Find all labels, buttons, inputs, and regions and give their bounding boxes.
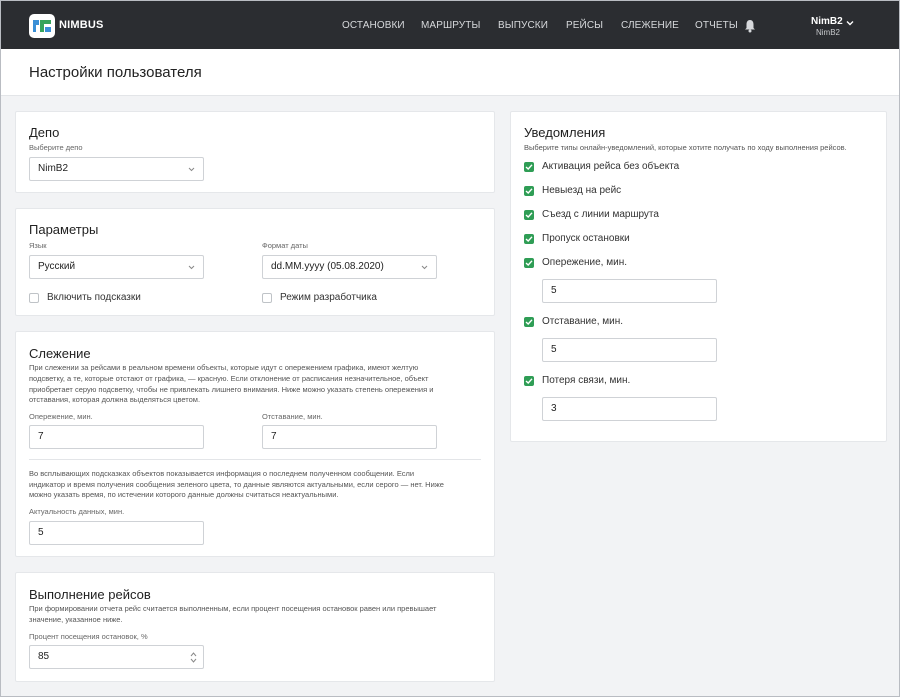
language-label: Язык [29,241,47,250]
behind-notification-input[interactable]: 5 [542,338,717,362]
nav-item-routes[interactable]: МАРШРУТЫ [421,20,480,31]
behind-label: Отставание, мин. [262,412,323,421]
chevron-down-icon [421,265,428,270]
route-deviation-checkbox[interactable] [524,210,534,220]
ahead-label: Опережение, мин. [29,412,93,421]
check-icon [525,212,533,218]
no-departure-label[interactable]: Невыезд на рейс [542,185,621,196]
relevance-description-line-2: индикатор и время получения сообщения зе… [29,480,444,489]
percent-stepper-value: 85 [38,651,50,662]
nav-item-reports[interactable]: ОТЧЕТЫ [695,20,738,31]
check-icon [525,378,533,384]
user-subtitle: NimB2 [816,28,841,37]
behind-notification-label[interactable]: Отставание, мин. [542,316,623,327]
params-card: Параметры Язык Русский Формат даты dd.MM… [15,208,495,316]
activation-without-object-label[interactable]: Активация рейса без объекта [542,161,679,172]
hints-checkbox[interactable] [29,293,39,303]
relevance-input-value: 5 [38,527,44,538]
ahead-notification-input[interactable]: 5 [542,279,717,303]
behind-notification-value: 5 [551,344,557,355]
completion-card: Выполнение рейсов При формировании отчет… [15,572,495,682]
language-select-value: Русский [38,261,76,272]
activation-without-object-checkbox[interactable] [524,162,534,172]
missed-stop-label[interactable]: Пропуск остановки [542,233,630,244]
completion-description-line-1: При формировании отчета рейс считается в… [29,604,437,613]
developer-mode-checkbox[interactable] [262,293,272,303]
percent-stepper[interactable]: 85 [29,645,204,669]
developer-mode-label[interactable]: Режим разработчика [280,292,377,303]
page-header: Настройки пользователя [1,49,899,96]
check-icon [525,164,533,170]
notifications-card: Уведомления Выберите типы онлайн-уведомл… [510,111,887,442]
page-title: Настройки пользователя [29,64,202,81]
date-format-select[interactable]: dd.MM.yyyy (05.08.2020) [262,255,437,279]
route-deviation-label[interactable]: Съезд с линии маршрута [542,209,659,220]
behind-input[interactable]: 7 [262,425,437,449]
check-icon [525,260,533,266]
check-icon [525,236,533,242]
divider [29,459,481,460]
tracking-description-line-2: подсветку, а те, которые отстают от граф… [29,374,429,383]
nimbus-logo-icon[interactable] [29,14,55,38]
missed-stop-checkbox[interactable] [524,234,534,244]
tracking-card: Слежение При слежении за рейсами в реаль… [15,331,495,557]
percent-label: Процент посещения остановок, % [29,632,148,641]
connection-loss-input[interactable]: 3 [542,397,717,421]
depot-label: Выберите депо [29,143,83,152]
date-format-select-value: dd.MM.yyyy (05.08.2020) [271,261,384,272]
bell-icon[interactable] [744,19,756,33]
check-icon [525,188,533,194]
ahead-input-value: 7 [38,431,44,442]
relevance-label: Актуальность данных, мин. [29,507,125,516]
connection-loss-label[interactable]: Потеря связи, мин. [542,375,630,386]
nav-item-tracking[interactable]: СЛЕЖЕНИЕ [621,20,679,31]
chevron-down-icon [188,167,195,172]
ahead-input[interactable]: 7 [29,425,204,449]
notifications-title: Уведомления [524,125,606,140]
relevance-description-line-3: можно указать время, по истечении которо… [29,490,339,499]
depot-title: Депо [29,125,60,140]
behind-notification-checkbox[interactable] [524,317,534,327]
params-title: Параметры [29,222,99,237]
connection-loss-value: 3 [551,403,557,414]
date-format-label: Формат даты [262,241,308,250]
spinner-arrows-icon[interactable] [190,651,197,664]
tracking-description-line-1: При слежении за рейсами в реальном време… [29,363,419,372]
language-select[interactable]: Русский [29,255,204,279]
completion-description-line-2: значение, указанное ниже. [29,615,123,624]
connection-loss-checkbox[interactable] [524,376,534,386]
brand-name[interactable]: NIMBUS [59,19,104,31]
behind-input-value: 7 [271,431,277,442]
depot-card: Депо Выберите депо NimB2 [15,111,495,193]
no-departure-checkbox[interactable] [524,186,534,196]
tracking-description-line-3: приобретает серую подсветку, чтобы не пр… [29,385,434,394]
depot-select-value: NimB2 [38,163,69,174]
top-navigation-bar: NIMBUS ОСТАНОВКИ МАРШРУТЫ ВЫПУСКИ РЕЙСЫ … [1,1,899,49]
ahead-notification-checkbox[interactable] [524,258,534,268]
chevron-down-icon [188,265,195,270]
relevance-description-line-1: Во всплывающих подсказках объектов показ… [29,469,415,478]
depot-select[interactable]: NimB2 [29,157,204,181]
user-name[interactable]: NimB2 [811,16,843,27]
chevron-down-icon[interactable] [846,20,854,26]
tracking-description-line-4: отставания, которая должна выделяться цв… [29,395,201,404]
tracking-title: Слежение [29,346,91,361]
completion-title: Выполнение рейсов [29,587,151,602]
relevance-input[interactable]: 5 [29,521,204,545]
notifications-description: Выберите типы онлайн-уведомлений, которы… [524,143,847,152]
ahead-notification-value: 5 [551,285,557,296]
nav-item-stops[interactable]: ОСТАНОВКИ [342,20,405,31]
nav-item-releases[interactable]: ВЫПУСКИ [498,20,548,31]
hints-label[interactable]: Включить подсказки [47,292,141,303]
ahead-notification-label[interactable]: Опережение, мин. [542,257,627,268]
nav-item-trips[interactable]: РЕЙСЫ [566,20,603,31]
check-icon [525,319,533,325]
